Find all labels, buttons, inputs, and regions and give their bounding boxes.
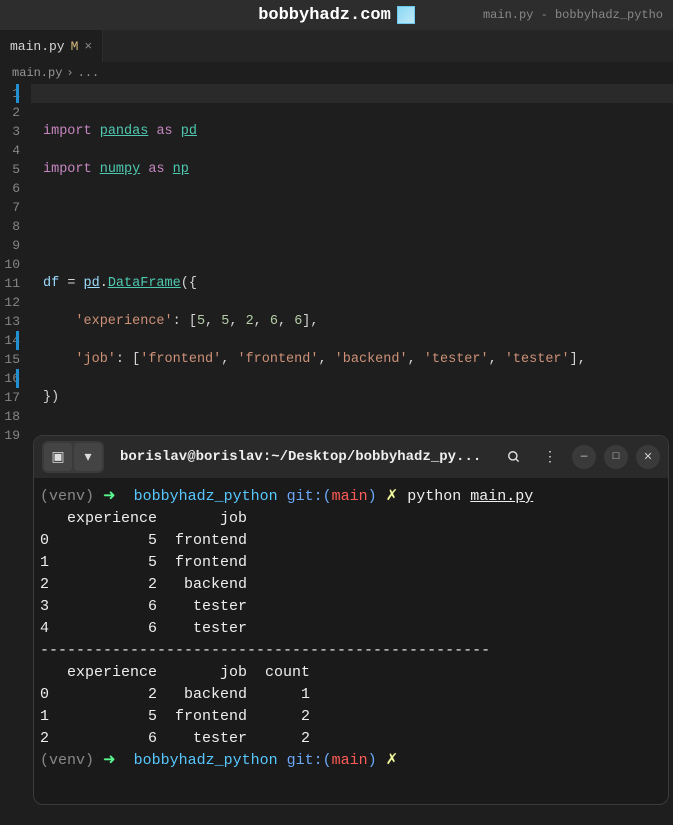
breadcrumb-file: main.py — [12, 66, 62, 80]
tab-main-py[interactable]: main.py M × — [0, 30, 103, 62]
modified-marker — [16, 369, 19, 388]
new-tab-button[interactable]: ▣ — [44, 443, 72, 471]
code-area[interactable]: import pandas as pd import numpy as np d… — [31, 84, 673, 456]
minimize-button[interactable]: — — [572, 445, 596, 469]
maximize-button[interactable]: □ — [604, 445, 628, 469]
tab-modified-indicator: M — [71, 39, 79, 54]
terminal-window: ▣ ▾ borislav@borislav:~/Desktop/bobbyhad… — [33, 435, 669, 805]
cube-icon — [397, 6, 415, 24]
breadcrumb[interactable]: main.py › ... — [0, 62, 673, 84]
terminal-output[interactable]: (venv) ➜ bobbyhadz_python git:(main) ✗ p… — [34, 478, 668, 780]
dropdown-button[interactable]: ▾ — [74, 443, 102, 471]
code-editor[interactable]: 123 456 789 101112 131415 161718 19 impo… — [0, 84, 673, 456]
window-titlebar: bobbyhadz.com main.py - bobbyhadz_pytho — [0, 0, 673, 30]
tab-bar: main.py M × — [0, 30, 673, 62]
tab-label: main.py — [10, 39, 65, 54]
terminal-titlebar: ▣ ▾ borislav@borislav:~/Desktop/bobbyhad… — [34, 436, 668, 478]
line-number-gutter: 123 456 789 101112 131415 161718 19 — [0, 84, 28, 456]
close-button[interactable]: ✕ — [636, 445, 660, 469]
search-icon[interactable] — [500, 443, 528, 471]
chevron-right-icon: › — [66, 66, 73, 80]
terminal-title: borislav@borislav:~/Desktop/bobbyhadz_py… — [112, 449, 492, 465]
window-title: main.py - bobbyhadz_pytho — [483, 8, 663, 22]
brand-text: bobbyhadz.com — [258, 6, 391, 25]
breadcrumb-more: ... — [78, 66, 100, 80]
menu-icon[interactable]: ⋮ — [536, 443, 564, 471]
modified-marker — [16, 331, 19, 350]
brand: bobbyhadz.com — [258, 6, 415, 25]
modified-marker — [16, 84, 19, 103]
tab-close-icon[interactable]: × — [84, 39, 92, 54]
